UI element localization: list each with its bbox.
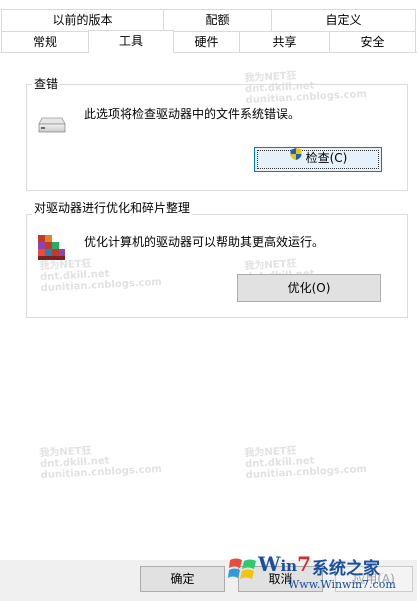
logo-url: Www.Winwin7.com bbox=[288, 578, 396, 591]
tab-security[interactable]: 安全 bbox=[329, 31, 416, 53]
uac-shield-icon bbox=[289, 147, 303, 168]
logo-cn: 系统之家 bbox=[312, 559, 380, 579]
tab-customize[interactable]: 自定义 bbox=[271, 9, 416, 31]
optimize-description: 优化计算机的驱动器可以帮助其更高效运行。 bbox=[84, 235, 325, 249]
check-description: 此选项将检查驱动器中的文件系统错误。 bbox=[84, 107, 301, 121]
ok-button[interactable]: 确定 bbox=[140, 566, 225, 592]
logo-in: in bbox=[280, 557, 298, 575]
defrag-icon bbox=[36, 231, 68, 263]
focus-rect bbox=[257, 150, 379, 169]
optimize-button[interactable]: 优化(O) bbox=[237, 274, 381, 302]
site-logo: Win7 系统之家 Www.Winwin7.com bbox=[228, 548, 414, 598]
check-group bbox=[26, 84, 408, 191]
check-group-title: 查错 bbox=[32, 77, 61, 91]
drive-icon bbox=[38, 112, 66, 134]
tab-tools[interactable]: 工具 bbox=[88, 30, 174, 53]
optimize-group-title: 对驱动器进行优化和碎片整理 bbox=[32, 201, 193, 215]
logo-w: W bbox=[258, 552, 281, 576]
tab-general[interactable]: 常规 bbox=[1, 31, 89, 53]
optimize-group bbox=[26, 214, 408, 318]
tab-sharing[interactable]: 共享 bbox=[239, 31, 330, 53]
tab-previous-versions[interactable]: 以前的版本 bbox=[1, 9, 164, 31]
check-button[interactable]: 检查(C) bbox=[254, 147, 382, 172]
windows-flag-icon bbox=[228, 554, 258, 587]
tab-divider bbox=[0, 52, 417, 53]
logo-7: 7 bbox=[297, 552, 311, 576]
tab-quota[interactable]: 配额 bbox=[163, 9, 272, 31]
tab-hardware[interactable]: 硬件 bbox=[173, 31, 240, 53]
